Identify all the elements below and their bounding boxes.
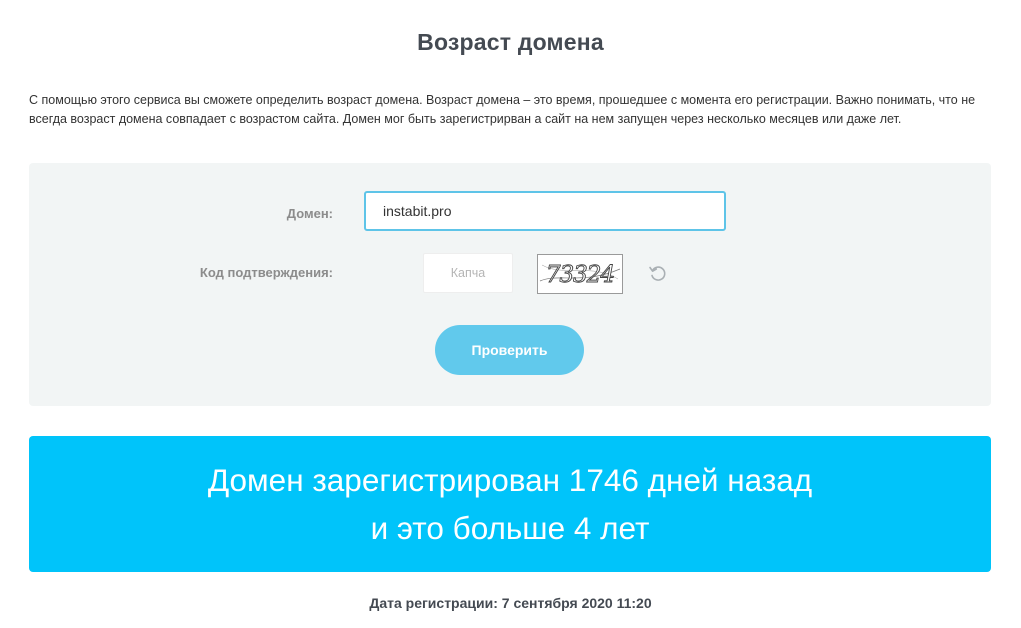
- captcha-label: Код подтверждения:: [199, 265, 333, 280]
- captcha-text: 73324: [546, 262, 614, 288]
- captcha-input[interactable]: [423, 253, 513, 293]
- domain-check-form: Домен: Код подтверждения: 73324 Проверит…: [29, 163, 991, 406]
- captcha-image: 73324: [537, 254, 623, 294]
- page-description: С помощью этого сервиса вы сможете опред…: [29, 93, 976, 126]
- result-days-text: Домен зарегистрирован 1746 дней назад: [207, 462, 813, 498]
- domain-input[interactable]: [364, 191, 726, 231]
- captcha-graphic: 73324: [539, 262, 621, 288]
- refresh-icon[interactable]: [647, 262, 669, 284]
- registration-date: Дата регистрации: 7 сентября 2020 11:20: [369, 595, 652, 611]
- result-years-text: и это больше 4 лет: [370, 510, 650, 546]
- result-banner: Домен зарегистрирован 1746 дней назад и …: [29, 436, 991, 572]
- check-button[interactable]: Проверить: [435, 325, 584, 375]
- page-title: Возраст домена: [417, 29, 604, 55]
- domain-label: Домен:: [286, 206, 333, 221]
